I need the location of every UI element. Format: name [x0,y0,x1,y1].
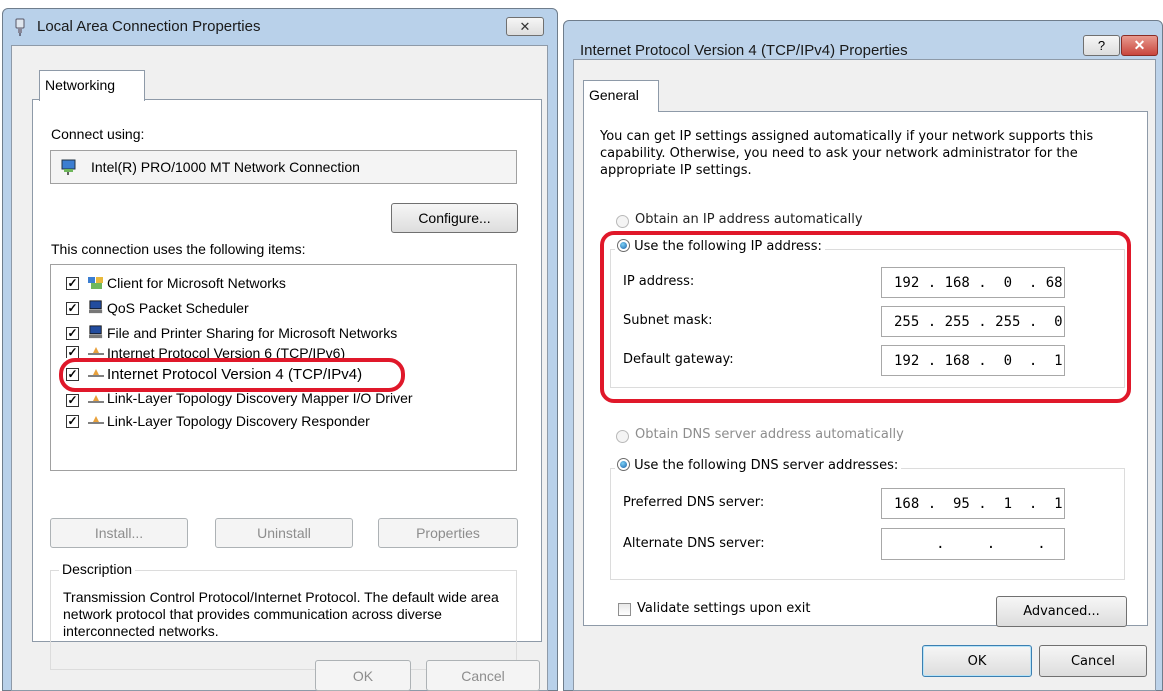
help-button[interactable]: ? [1083,35,1120,56]
ok-label: OK [967,653,987,669]
uninstall-button[interactable]: Uninstall [215,518,353,548]
tab-label: General [589,87,639,103]
dialog-title: Internet Protocol Version 4 (TCP/IPv4) P… [580,42,908,59]
protocol-icon [88,416,104,424]
dns-group: Use the following DNS server addresses: … [610,458,1125,580]
preferred-dns-field[interactable]: 168 . 95 . 1 . 1 [881,488,1065,519]
item-label: Link-Layer Topology Discovery Mapper I/O… [107,392,413,406]
protocol-icon [88,395,104,403]
intro-text: You can get IP settings assigned automat… [600,129,1094,178]
item-checkbox[interactable]: ✓ [66,277,79,290]
use-following-dns-label: Use the following DNS server addresses: [634,458,899,473]
list-item[interactable]: ✓ Link-Layer Topology Discovery Responde… [51,412,511,432]
alternate-dns-label: Alternate DNS server: [623,536,765,551]
advanced-button[interactable]: Advanced... [996,596,1127,627]
obtain-ip-auto-radio[interactable] [616,215,629,228]
network-adapter-icon [61,159,76,175]
dialog-title: Local Area Connection Properties [37,18,261,35]
local-area-connection-dialog: Local Area Connection Properties ✕ Netwo… [2,8,558,691]
help-icon: ? [1097,38,1106,53]
preferred-dns-label: Preferred DNS server: [623,495,765,510]
item-checkbox[interactable]: ✓ [66,302,79,315]
computer-service-icon [89,325,103,339]
item-label: Client for Microsoft Networks [107,275,286,291]
connect-using-label: Connect using: [51,126,145,142]
close-button[interactable]: ✕ [506,17,544,36]
uninstall-label: Uninstall [257,525,311,541]
tab-networking[interactable]: Networking [39,70,145,101]
ipv4-highlight-outline [59,358,405,392]
network-connection-icon [15,18,25,36]
ok-button[interactable]: OK [315,660,411,691]
item-checkbox[interactable]: ✓ [66,394,79,407]
static-ip-highlight-outline [600,231,1131,403]
computer-service-icon [89,300,103,314]
install-button[interactable]: Install... [50,518,188,548]
title-bar[interactable]: Internet Protocol Version 4 (TCP/IPv4) P… [564,21,1162,59]
alternate-dns-field[interactable]: . . . [881,528,1065,560]
dialog-body: Networking Connect using: Intel(R) PRO/1… [11,45,548,691]
item-label: Link-Layer Topology Discovery Responder [107,413,370,429]
properties-label: Properties [416,525,480,541]
item-label: QoS Packet Scheduler [107,300,249,316]
description-text: Transmission Control Protocol/Internet P… [63,589,499,639]
advanced-label: Advanced... [1023,604,1100,619]
use-following-dns-option[interactable]: Use the following DNS server addresses: [615,458,902,473]
description-group: Description Transmission Control Protoco… [50,561,517,670]
list-item[interactable]: ✓ QoS Packet Scheduler [51,299,511,319]
close-icon: ✕ [1133,37,1146,53]
tab-label: Networking [45,77,116,93]
adapter-name: Intel(R) PRO/1000 MT Network Connection [91,159,360,175]
item-label: Internet Protocol Version 6 (TCP/IPv6) [107,345,346,358]
ipv4-properties-dialog: Internet Protocol Version 4 (TCP/IPv4) P… [563,20,1163,691]
item-checkbox[interactable]: ✓ [66,415,79,428]
obtain-ip-auto-label: Obtain an IP address automatically [635,212,863,227]
obtain-dns-auto-radio[interactable] [616,430,629,443]
item-checkbox[interactable]: ✓ [66,346,79,358]
close-button[interactable]: ✕ [1121,35,1158,56]
adapter-field: Intel(R) PRO/1000 MT Network Connection [50,150,517,184]
dialog-body: General You can get IP settings assigned… [573,59,1156,691]
protocol-icon [88,347,104,355]
items-label: This connection uses the following items… [51,241,306,257]
list-item[interactable]: ✓ Client for Microsoft Networks [51,274,511,294]
item-checkbox[interactable]: ✓ [66,327,79,340]
general-tab-page: You can get IP settings assigned automat… [583,111,1148,627]
cancel-label: Cancel [1070,653,1116,669]
list-item[interactable]: ✓ Internet Protocol Version 6 (TCP/IPv6) [51,344,511,358]
list-item[interactable]: ✓ File and Printer Sharing for Microsoft… [51,324,511,344]
network-client-icon [88,277,103,289]
cancel-label: Cancel [461,667,505,684]
networking-tab-page: Connect using: Intel(R) PRO/1000 MT Netw… [32,99,542,670]
item-label: File and Printer Sharing for Microsoft N… [107,325,398,341]
list-item[interactable]: ✓ Link-Layer Topology Discovery Mapper I… [51,392,511,408]
description-title: Description [59,561,136,577]
close-icon: ✕ [519,18,531,34]
cancel-button[interactable]: Cancel [1039,645,1147,677]
tab-general[interactable]: General [583,80,659,112]
validate-label: Validate settings upon exit [637,601,811,616]
cancel-button[interactable]: Cancel [426,660,540,691]
use-following-dns-radio[interactable] [617,458,630,471]
title-bar[interactable]: Local Area Connection Properties ✕ [3,9,557,45]
validate-checkbox[interactable] [618,603,631,616]
ok-label: OK [352,667,374,684]
configure-label: Configure... [418,210,491,226]
install-label: Install... [94,525,144,541]
properties-button[interactable]: Properties [378,518,518,548]
configure-button[interactable]: Configure... [391,203,518,233]
obtain-dns-auto-label: Obtain DNS server address automatically [635,427,904,442]
ok-button[interactable]: OK [922,645,1032,677]
